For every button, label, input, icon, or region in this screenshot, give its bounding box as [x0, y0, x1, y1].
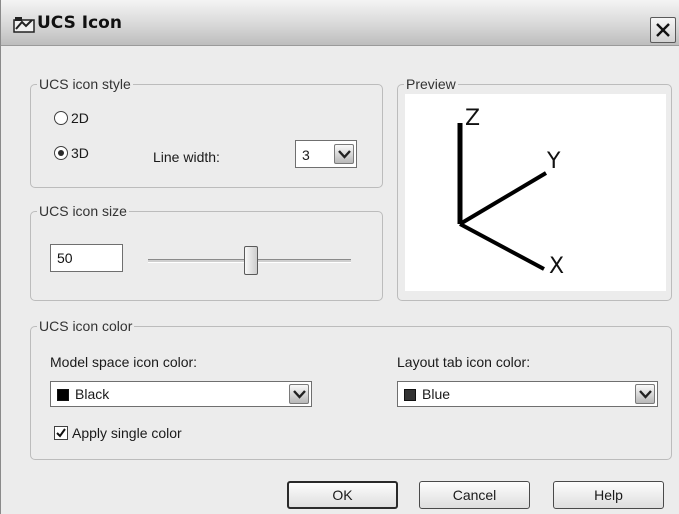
line-width-label: Line width: — [153, 149, 220, 165]
layout-tab-color-swatch — [404, 389, 416, 401]
radio-3d-indicator[interactable] — [54, 146, 68, 160]
title-bar[interactable]: UCS Icon — [1, 0, 679, 46]
axis-y-line — [458, 171, 548, 226]
icon-size-slider-thumb[interactable] — [244, 246, 258, 275]
layout-tab-color-dropdown-button[interactable] — [635, 384, 655, 404]
checkmark-icon — [56, 428, 66, 438]
ucs-icon-color-legend: UCS icon color — [39, 318, 133, 334]
close-icon — [656, 23, 670, 37]
model-space-color-combo[interactable]: Black — [50, 381, 312, 407]
radio-3d-label: 3D — [71, 145, 89, 161]
radio-2d[interactable]: 2D — [54, 110, 89, 126]
layout-tab-color-label: Layout tab icon color: — [397, 354, 531, 370]
axis-z-label: Z — [465, 106, 480, 131]
model-space-color-value: Black — [75, 386, 110, 402]
apply-single-color-checkbox[interactable] — [54, 426, 68, 440]
chevron-down-icon — [639, 390, 652, 399]
axis-x-line — [459, 222, 545, 271]
model-space-color-dropdown-button[interactable] — [289, 384, 309, 404]
axis-y-label: Y — [546, 149, 561, 174]
layout-tab-color-value: Blue — [422, 386, 451, 402]
line-width-dropdown-button[interactable] — [334, 144, 354, 164]
preview-canvas: Z Y X — [405, 94, 666, 291]
axis-x-label: X — [549, 254, 564, 279]
radio-2d-label: 2D — [71, 110, 89, 126]
chevron-down-icon — [293, 390, 306, 399]
ucs-icon-dialog: UCS Icon UCS icon style 2D 3D Line width… — [0, 0, 679, 514]
ucs-window-icon — [13, 16, 37, 34]
line-width-combo[interactable]: 3 — [295, 140, 357, 168]
window-title: UCS Icon — [37, 13, 122, 33]
cancel-button[interactable]: Cancel — [419, 481, 530, 509]
line-width-value: 3 — [302, 147, 310, 163]
chevron-down-icon — [338, 150, 351, 159]
apply-single-color[interactable]: Apply single color — [54, 425, 182, 441]
icon-size-input[interactable] — [51, 245, 122, 271]
model-space-color-label: Model space icon color: — [50, 354, 198, 370]
icon-size-field[interactable] — [50, 244, 123, 272]
radio-2d-indicator[interactable] — [54, 111, 68, 125]
ucs-icon-style-group: UCS icon style — [30, 76, 383, 188]
help-button[interactable]: Help — [553, 481, 664, 509]
apply-single-color-label: Apply single color — [72, 425, 182, 441]
ucs-icon-style-legend: UCS icon style — [39, 76, 131, 92]
model-space-color-swatch — [57, 389, 69, 401]
close-button[interactable] — [650, 17, 676, 43]
ucs-icon-size-legend: UCS icon size — [39, 203, 127, 219]
radio-3d[interactable]: 3D — [54, 145, 89, 161]
preview-legend: Preview — [406, 76, 456, 92]
ok-button[interactable]: OK — [287, 481, 398, 509]
layout-tab-color-combo[interactable]: Blue — [397, 381, 658, 407]
ucs-axes-preview: Z Y X — [457, 106, 564, 279]
